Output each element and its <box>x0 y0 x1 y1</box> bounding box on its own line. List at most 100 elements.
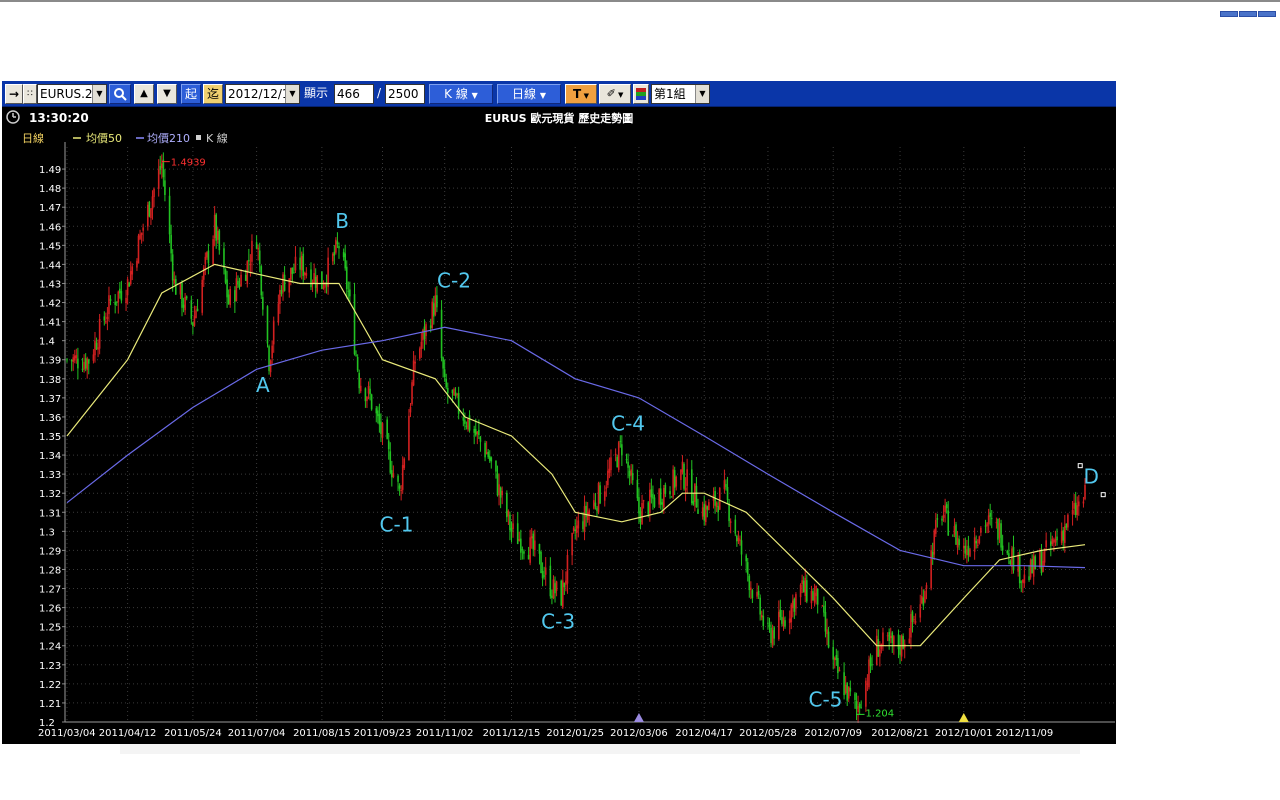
end-button[interactable]: 迄 <box>203 84 223 104</box>
candle-body <box>432 303 435 317</box>
kline-dropdown[interactable]: K 線 ▼ <box>429 84 493 104</box>
y-tick-label: 1.38 <box>39 375 61 386</box>
search-button[interactable] <box>109 84 131 104</box>
candle-body <box>925 585 928 589</box>
window-controls[interactable] <box>1219 2 1280 17</box>
down-button[interactable]: ▼ <box>157 84 177 104</box>
chevron-down-icon[interactable]: ▼ <box>285 85 299 103</box>
wave-label: A <box>256 373 270 397</box>
price-chart[interactable]: 1.21.211.221.231.241.251.261.271.281.291… <box>2 127 1116 744</box>
candle-body <box>934 519 937 534</box>
candle-body <box>257 247 259 250</box>
candle-body <box>827 631 830 648</box>
candle-body <box>488 456 491 461</box>
maximize-icon[interactable] <box>1239 11 1257 17</box>
event-marker-icon <box>958 713 969 722</box>
total-count-input[interactable]: 2500 <box>385 84 425 104</box>
symbol-select[interactable]: EURUS.20 ▼ <box>37 84 107 104</box>
candle-body <box>899 645 901 655</box>
candle-body <box>1028 576 1030 581</box>
candle-body <box>496 473 499 496</box>
chevron-down-icon[interactable]: ▼ <box>92 85 106 103</box>
candle-body <box>451 389 454 394</box>
date-select[interactable]: 2012/12/18 ▼ <box>225 84 300 104</box>
candle-body <box>137 235 140 264</box>
candle-body <box>331 253 334 262</box>
start-button[interactable]: 起 <box>181 84 201 104</box>
candle-body <box>1074 502 1077 516</box>
candle-body <box>596 507 598 511</box>
show-count-input[interactable]: 466 <box>334 84 374 104</box>
candle-body <box>269 360 272 373</box>
candle-body <box>453 388 455 396</box>
candle-body <box>810 590 813 604</box>
up-button[interactable]: ▲ <box>134 84 154 104</box>
candle-body <box>642 500 645 502</box>
extreme-label: 1.4939 <box>171 158 206 169</box>
candle-body <box>577 520 580 529</box>
group-select[interactable]: 第1組 ▼ <box>651 84 710 104</box>
layout-button[interactable] <box>633 84 649 104</box>
y-tick-label: 1.37 <box>39 394 61 405</box>
candle-body <box>897 634 900 650</box>
eraser-tool-button[interactable]: ✐ ▼ <box>599 84 631 104</box>
y-tick-label: 1.24 <box>39 642 61 653</box>
x-tick-label: 2011/12/15 <box>483 728 541 739</box>
candle-body <box>66 359 68 361</box>
chevron-down-icon[interactable]: ▼ <box>695 85 709 103</box>
arrow-right-icon[interactable]: → <box>5 84 23 104</box>
extreme-label: 1.204 <box>866 708 895 719</box>
period-dropdown[interactable]: 日線 ▼ <box>497 84 561 104</box>
candle-body <box>338 246 340 249</box>
candle-body <box>805 580 808 602</box>
candle-body <box>1022 579 1024 583</box>
candle-body <box>77 358 79 369</box>
axes: 1.21.211.221.231.241.251.261.271.281.291… <box>38 142 1115 739</box>
candle-body <box>1000 523 1002 548</box>
candle-body <box>280 289 283 294</box>
candle-body <box>302 253 305 276</box>
x-tick-label: 2012/08/21 <box>871 728 929 739</box>
candle-body <box>703 504 706 521</box>
candle-body <box>456 393 458 395</box>
close-icon[interactable] <box>1258 11 1276 17</box>
candle-body <box>701 507 704 517</box>
grid-menu-icon[interactable]: ∷ <box>23 84 37 104</box>
candle-body <box>902 635 904 649</box>
candle-body <box>1076 505 1079 515</box>
candle-body <box>530 536 533 539</box>
candle-body <box>704 504 707 523</box>
group-value: 第1組 <box>654 87 686 101</box>
candle-body <box>672 469 674 497</box>
candle-body <box>801 580 803 585</box>
candle-body <box>930 550 932 589</box>
candle-body <box>246 261 249 284</box>
candle-body <box>412 360 415 386</box>
clock-icon[interactable] <box>6 110 20 124</box>
candle-body <box>771 630 774 645</box>
candle-body <box>1067 514 1069 528</box>
candle-body <box>377 410 379 417</box>
candles <box>66 152 1086 723</box>
candle-body <box>446 387 449 394</box>
minimize-icon[interactable] <box>1220 11 1238 17</box>
candle-body <box>139 234 141 239</box>
x-tick-label: 2012/11/09 <box>996 728 1054 739</box>
candle-body <box>103 316 106 321</box>
candle-body <box>886 635 889 637</box>
candle-body <box>582 521 584 530</box>
candle-body <box>262 297 264 310</box>
text-tool-button[interactable]: T ▼ <box>565 84 597 104</box>
candle-body <box>736 535 738 542</box>
candle-body <box>436 295 438 308</box>
candle-body <box>745 555 747 562</box>
candle-body <box>216 230 219 240</box>
candle-body <box>279 289 281 304</box>
slash-label: / <box>377 86 382 100</box>
candle-body <box>321 271 323 289</box>
x-tick-label: 2011/07/04 <box>228 728 286 739</box>
candle-body <box>675 476 678 487</box>
candle-body <box>181 282 183 308</box>
candle-body <box>272 320 275 345</box>
candle-body <box>355 354 357 356</box>
